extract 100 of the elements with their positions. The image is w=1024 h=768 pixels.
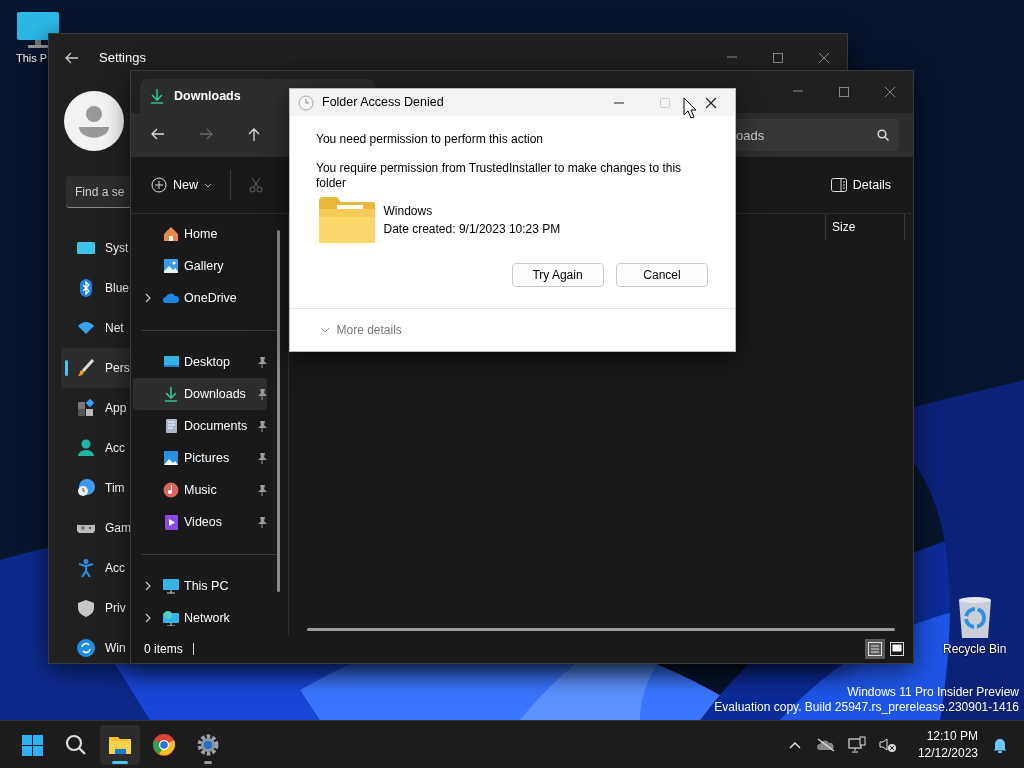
chevron-up-icon (788, 740, 801, 749)
apps-icon (77, 399, 95, 417)
nav-item[interactable]: Net (61, 308, 130, 348)
download-icon (163, 386, 179, 402)
desktop-folder-icon (163, 354, 179, 370)
bell-icon (992, 736, 1008, 753)
sidebar-item[interactable]: Network (133, 602, 267, 634)
dialog-heading: You need permission to perform this action (316, 131, 544, 148)
sidebar-item[interactable]: Desktop (133, 346, 267, 378)
video-icon (163, 514, 179, 530)
list-icon (868, 642, 882, 656)
network-pc-icon (847, 735, 866, 754)
forward-arrow-icon (199, 128, 213, 142)
watermark-text: Evaluation copy. Build 25947.rs_prerelease.230901-1416 (714, 700, 1019, 715)
try-again-button[interactable]: Try Again (511, 263, 604, 287)
accessibility-icon (77, 559, 95, 577)
brush-icon (77, 359, 95, 377)
plus-circle-icon (151, 177, 167, 193)
clock-icon (298, 94, 314, 111)
nav-item[interactable]: Win (61, 628, 130, 663)
sidebar-item[interactable]: This PC (133, 570, 267, 602)
wifi-icon (77, 319, 95, 337)
cloud-off-icon (816, 737, 835, 752)
maximize-icon (838, 86, 850, 98)
download-icon (150, 88, 164, 104)
back-arrow-icon (151, 128, 165, 142)
icon-label: This P (16, 51, 48, 66)
nav-item[interactable]: Blue (61, 268, 130, 308)
close-icon (884, 86, 896, 98)
network-icon (163, 610, 179, 626)
maximize-icon (660, 97, 670, 108)
windows-logo-icon (20, 732, 44, 757)
scrollbar[interactable] (277, 230, 280, 592)
sidebar-item[interactable]: Gallery (133, 250, 267, 282)
dialog-message: You require permission from TrustedInstaller to make changes to this folder (316, 161, 683, 191)
sidebar-item[interactable]: Pictures (133, 442, 267, 474)
tile-icon (890, 642, 904, 656)
sidebar-item[interactable]: Music (133, 474, 267, 506)
nav-item[interactable]: Acc (61, 428, 130, 468)
browser-icon (152, 732, 176, 757)
speaker-muted-icon (878, 736, 897, 753)
bluetooth-icon (77, 279, 95, 297)
running-indicator (112, 760, 128, 764)
gear-icon (196, 732, 220, 757)
nav-item[interactable]: Pers (61, 348, 130, 388)
folder-icon (319, 197, 375, 243)
file-explorer-button[interactable] (100, 724, 140, 765)
watermark-text: Windows 11 Pro Insider Preview (846, 685, 1019, 700)
new-button[interactable]: New (143, 168, 220, 202)
picture-icon (163, 450, 179, 466)
caret-icon (204, 182, 212, 188)
clock[interactable]: 12:10 PM 12/12/2023 (917, 727, 978, 762)
column-header[interactable]: Size (825, 214, 905, 240)
nav-item[interactable]: Priv (61, 588, 130, 628)
monitor-icon (16, 10, 60, 50)
music-icon (163, 482, 179, 498)
maximize-icon (772, 52, 784, 64)
document-icon (163, 418, 179, 434)
sidebar-item[interactable]: OneDrive (133, 282, 267, 314)
avatar (64, 91, 124, 151)
folder-name: Windows (383, 203, 434, 220)
details-pane-icon (830, 178, 847, 192)
search-icon (877, 129, 889, 141)
cancel-button[interactable]: Cancel (616, 263, 708, 287)
sync-icon (77, 639, 95, 657)
nav-item[interactable]: Syst (61, 228, 130, 268)
display-icon (77, 239, 95, 257)
computer-icon (163, 578, 179, 594)
search-field[interactable]: Find a se (66, 176, 130, 208)
up-arrow-icon (247, 128, 261, 142)
person-icon (77, 439, 95, 457)
sidebar-item[interactable]: Videos (133, 506, 267, 538)
close-icon (818, 52, 830, 64)
selection-indicator (65, 360, 68, 376)
house-icon (163, 226, 179, 242)
shield-icon (77, 599, 95, 617)
nav-item[interactable]: Acc (61, 548, 130, 588)
tiles-view-button[interactable] (887, 639, 907, 659)
scissors-icon (249, 177, 263, 193)
sidebar-item[interactable]: Documents (133, 410, 267, 442)
details-button[interactable]: Details (822, 168, 899, 202)
back-arrow-icon (65, 52, 79, 64)
window-title: Settings (99, 49, 146, 68)
sidebar-item[interactable]: Home (133, 218, 267, 250)
chevron-down-icon (320, 327, 330, 333)
nav-item[interactable]: Gam (61, 508, 130, 548)
status-text: 0 items (144, 641, 183, 658)
gallery-icon (163, 258, 179, 274)
search-icon (64, 732, 88, 757)
icon-label: Recycle Bin (943, 641, 1007, 658)
globe-clock-icon (77, 479, 95, 497)
running-indicator (204, 760, 212, 764)
details-view-button[interactable] (865, 639, 885, 659)
more-details-button[interactable]: More details (320, 321, 402, 339)
nav-item[interactable]: Tim (61, 468, 130, 508)
folder-date: Date created: 9/1/2023 10:23 PM (383, 221, 561, 238)
close-icon (705, 96, 717, 109)
sidebar-item[interactable]: Downloads (133, 378, 267, 410)
nav-item[interactable]: App (61, 388, 130, 428)
scrollbar[interactable] (307, 628, 895, 631)
